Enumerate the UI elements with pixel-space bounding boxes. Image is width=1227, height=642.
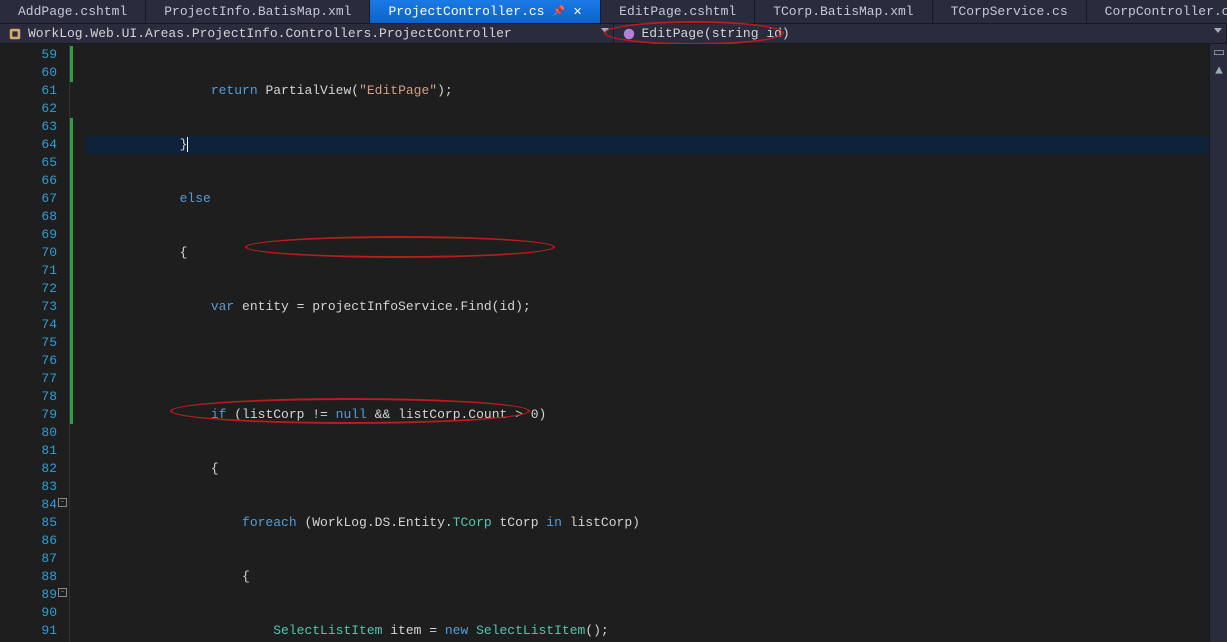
tab-bar: AddPage.cshtml ProjectInfo.BatisMap.xml … [0, 0, 1227, 24]
line-number: 81 [0, 442, 57, 460]
line-number: 65 [0, 154, 57, 172]
line-number: 79 [0, 406, 57, 424]
line-number: 86 [0, 532, 57, 550]
line-number: 83 [0, 478, 57, 496]
text-cursor [187, 137, 196, 152]
line-number: 80 [0, 424, 57, 442]
line-number: 74 [0, 316, 57, 334]
line-number: 60 [0, 64, 57, 82]
line-number: 67 [0, 190, 57, 208]
breadcrumb: WorkLog.Web.UI.Areas.ProjectInfo.Control… [0, 24, 1227, 44]
line-number: 68 [0, 208, 57, 226]
breadcrumb-member[interactable]: EditPage(string id) [614, 24, 1227, 43]
scroll-up-icon[interactable]: ▲ [1210, 62, 1227, 80]
tab-addpage[interactable]: AddPage.cshtml [0, 0, 146, 23]
tab-tcorp-batismap[interactable]: TCorp.BatisMap.xml [755, 0, 932, 23]
line-number: 77 [0, 370, 57, 388]
line-number: 82 [0, 460, 57, 478]
line-number: 91 [0, 622, 57, 640]
code-editor[interactable]: 5960616263646566676869707172737475767778… [0, 44, 1227, 642]
line-number: 70 [0, 244, 57, 262]
tab-tcorpservice[interactable]: TCorpService.cs [933, 0, 1087, 23]
close-icon[interactable] [573, 5, 582, 19]
class-icon [8, 27, 22, 41]
tab-projectinfo-batismap[interactable]: ProjectInfo.BatisMap.xml [146, 0, 370, 23]
line-number: 85 [0, 514, 57, 532]
breadcrumb-namespace[interactable]: WorkLog.Web.UI.Areas.ProjectInfo.Control… [0, 24, 614, 43]
line-number: 73 [0, 298, 57, 316]
line-number-gutter: 5960616263646566676869707172737475767778… [0, 44, 70, 642]
line-number: 84- [0, 496, 57, 514]
line-number: 90 [0, 604, 57, 622]
line-number: 76 [0, 352, 57, 370]
line-number: 75 [0, 334, 57, 352]
chevron-down-icon [1214, 28, 1222, 33]
tab-corpcontroller[interactable]: CorpController.cs [1087, 0, 1227, 23]
breadcrumb-namespace-label: WorkLog.Web.UI.Areas.ProjectInfo.Control… [28, 26, 512, 41]
code-area[interactable]: return PartialView("EditPage"); } else {… [70, 44, 1227, 642]
chevron-down-icon [601, 28, 609, 33]
tab-projectcontroller[interactable]: ProjectController.cs [370, 0, 601, 23]
tab-editpage[interactable]: EditPage.cshtml [601, 0, 755, 23]
fold-toggle-icon[interactable]: - [58, 498, 67, 507]
line-number: 78 [0, 388, 57, 406]
split-editor-icon[interactable]: ▭ [1210, 44, 1227, 62]
fold-toggle-icon[interactable]: - [58, 588, 67, 597]
line-number: 63 [0, 118, 57, 136]
breadcrumb-member-label: EditPage(string id) [642, 26, 790, 41]
line-number: 66 [0, 172, 57, 190]
line-number: 62 [0, 100, 57, 118]
line-number: 61 [0, 82, 57, 100]
line-number: 59 [0, 46, 57, 64]
pin-icon[interactable] [552, 6, 564, 18]
line-number: 64 [0, 136, 57, 154]
method-icon [622, 27, 636, 41]
line-number: 71 [0, 262, 57, 280]
vertical-scrollbar[interactable]: ▭ ▲ [1209, 44, 1227, 642]
line-number: 89- [0, 586, 57, 604]
line-number: 88 [0, 568, 57, 586]
line-number: 72 [0, 280, 57, 298]
line-number: 87 [0, 550, 57, 568]
line-number: 69 [0, 226, 57, 244]
